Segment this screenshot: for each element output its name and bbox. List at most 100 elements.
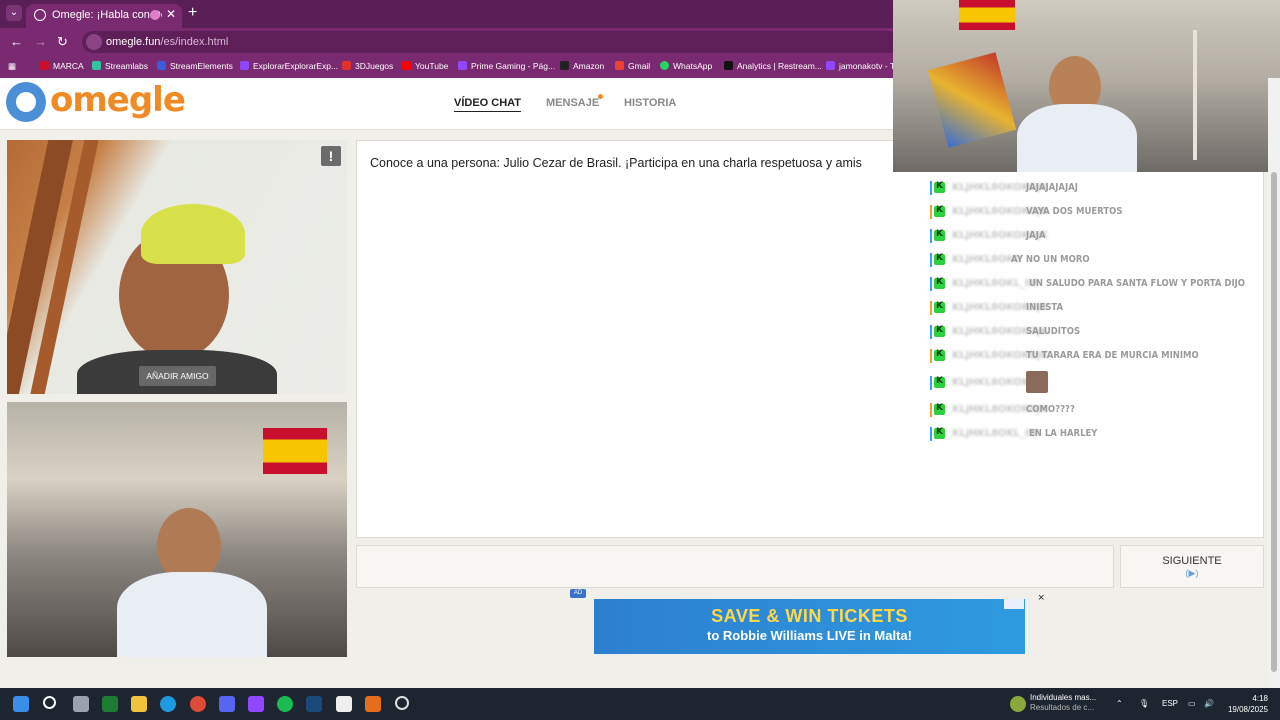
scrollbar-thumb[interactable] [1271, 172, 1277, 672]
streamer-webcam [893, 0, 1280, 172]
bookmark-item[interactable]: Streamlabs [92, 61, 148, 71]
fl-studio-icon[interactable] [365, 696, 381, 712]
twitch-icon [826, 61, 835, 70]
apps-grid-icon[interactable]: ▦ [8, 61, 16, 72]
add-friend-button[interactable]: AÑADIR AMIGO [139, 366, 216, 386]
notification-dot [598, 94, 603, 99]
kick-icon [934, 205, 945, 217]
twitch-icon [240, 61, 249, 70]
page-scrollbar[interactable] [1268, 78, 1280, 688]
search-icon[interactable] [43, 696, 56, 709]
site-logo[interactable]: omegle [50, 80, 186, 120]
chat-log [356, 140, 1264, 538]
ad-banner[interactable]: SAVE & WIN TICKETS to Robbie Williams LI… [594, 599, 1025, 654]
amazon-icon [560, 61, 569, 70]
tab-historia[interactable]: HISTORIA [624, 97, 676, 109]
kick-icon [934, 376, 945, 388]
chrome-icon[interactable] [190, 696, 206, 712]
network-icon[interactable]: ▭ [1188, 699, 1196, 708]
self-video [7, 402, 347, 657]
bookmark-item[interactable]: jamonakotv - T... [826, 61, 901, 71]
bookmark-item[interactable]: Amazon [560, 61, 604, 71]
ad-choices-icon[interactable] [1004, 599, 1024, 609]
kick-icon [934, 277, 945, 289]
ad-headline: SAVE & WIN TICKETS [711, 606, 908, 626]
kick-icon [934, 403, 945, 415]
microphone-icon[interactable]: 🎙 [1139, 699, 1149, 708]
reload-icon[interactable]: ↻ [57, 34, 68, 50]
youtube-icon [402, 61, 411, 70]
spotify-icon[interactable] [277, 696, 293, 712]
streamlabs-icon [92, 61, 101, 70]
ad-close-icon[interactable]: × [1038, 592, 1044, 604]
discord-icon[interactable] [219, 696, 235, 712]
kick-icon [934, 427, 945, 439]
volume-icon[interactable]: 🔊 [1204, 699, 1214, 708]
capcut-icon[interactable] [336, 696, 352, 712]
omegle-favicon-icon [34, 9, 46, 21]
twitch-icon[interactable] [248, 696, 264, 712]
taskbar-clock[interactable]: 4:18 19/08/2025 [1224, 693, 1268, 715]
task-view-icon[interactable] [73, 696, 89, 712]
spain-flag [263, 428, 327, 474]
forward-arrow-icon[interactable]: → [34, 34, 47, 49]
gmail-icon [615, 61, 624, 70]
bookmark-item[interactable]: Prime Gaming - Pág... [458, 61, 555, 71]
3djuegos-icon [342, 61, 351, 70]
bookmark-item[interactable]: StreamElements [157, 61, 233, 71]
kick-icon [934, 253, 945, 265]
url-field[interactable]: omegle.fun/es/index.html [82, 31, 902, 53]
recording-icon [150, 10, 160, 20]
steam-icon[interactable] [306, 696, 322, 712]
bookmark-item[interactable]: Gmail [615, 61, 650, 71]
next-button[interactable]: SIGUIENTE (▶) [1120, 545, 1264, 588]
back-arrow-icon[interactable]: ← [10, 34, 23, 49]
bookmark-item[interactable]: Analytics | Restream... [724, 61, 822, 71]
bookmark-item[interactable]: YouTube [402, 61, 448, 71]
edge-icon[interactable] [160, 696, 176, 712]
tab-mensaje[interactable]: MENSAJE [546, 97, 599, 109]
news-widget[interactable]: Individuales mas... Resultados de c... [1030, 693, 1096, 713]
chat-intro-text: Conoce a una persona: Julio Cezar de Bra… [370, 156, 862, 170]
colorful-blanket [927, 52, 1017, 148]
emote-icon [1026, 371, 1048, 393]
new-tab-icon[interactable]: + [188, 4, 197, 22]
windows-start-icon[interactable] [13, 696, 29, 712]
file-explorer-icon[interactable] [131, 696, 147, 712]
stranger-video [7, 140, 347, 394]
kick-icon [934, 325, 945, 337]
restream-icon [724, 61, 733, 70]
url-path: /es/index.html [160, 36, 229, 48]
kick-icon [934, 229, 945, 241]
clock-date: 19/08/2025 [1227, 705, 1268, 714]
tab-search-icon[interactable]: ⌄ [6, 5, 22, 21]
news-title: Individuales mas... [1030, 693, 1097, 702]
marca-icon [40, 61, 49, 70]
next-button-label: SIGUIENTE [1162, 555, 1222, 567]
ad-label: AD [570, 589, 586, 598]
kick-icon [934, 301, 945, 313]
xbox-icon[interactable] [102, 696, 118, 712]
report-button[interactable]: ! [321, 146, 341, 166]
tab-video-chat[interactable]: VÍDEO CHAT [454, 97, 522, 112]
bookmark-item[interactable]: WhatsApp [660, 61, 712, 71]
url-host: omegle.fun [106, 36, 161, 48]
news-widget-icon[interactable] [1010, 696, 1026, 712]
language-indicator[interactable]: ESP [1162, 699, 1178, 708]
omegle-logo-icon[interactable] [6, 82, 46, 122]
cap [141, 204, 245, 264]
bookmark-item[interactable]: 3DJuegos [342, 61, 393, 71]
next-button-hint: (▶) [1185, 568, 1199, 578]
site-info-icon[interactable] [86, 34, 102, 50]
obs-icon[interactable] [395, 696, 409, 710]
bookmark-item[interactable]: MARCA [40, 61, 84, 71]
kick-icon [934, 349, 945, 361]
tray-chevron-icon[interactable]: ⌃ [1116, 699, 1123, 708]
whatsapp-icon [660, 61, 669, 70]
bookmark-item[interactable]: ExplorarExplorarExp... [240, 61, 338, 71]
browser-tab[interactable]: Omegle: ¡Habla con Desconocidos! ✕ [26, 4, 182, 28]
tab-close-icon[interactable]: ✕ [166, 7, 176, 21]
kick-icon [934, 181, 945, 193]
news-subtitle: Resultados de c... [1030, 703, 1095, 712]
message-input[interactable] [356, 545, 1114, 588]
